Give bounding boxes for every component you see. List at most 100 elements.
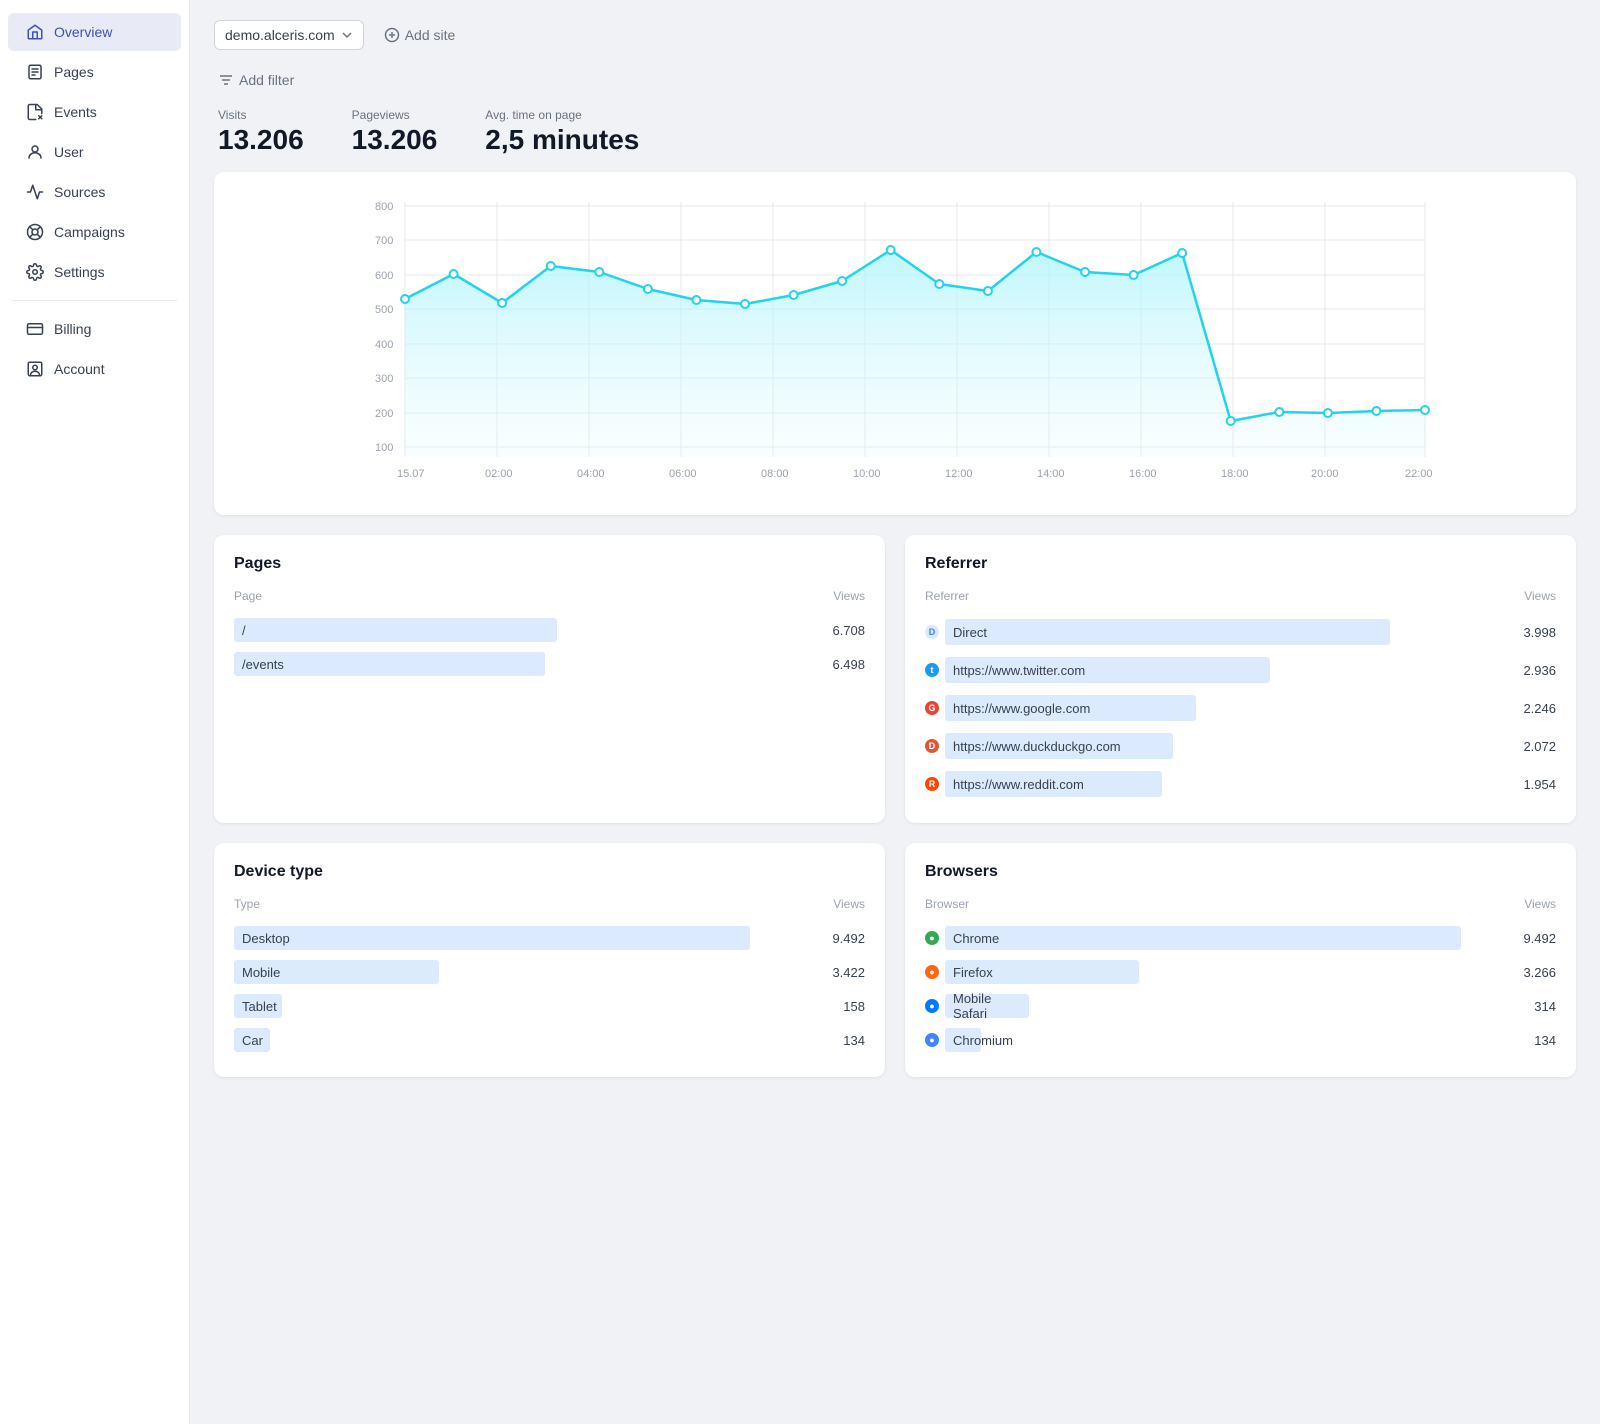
table-row[interactable]: Mobile 3.422	[234, 955, 865, 989]
bottom-cards-grid: Pages Page Views / 6.708 /events 6.498 R…	[214, 535, 1576, 1077]
row-views: 158	[843, 999, 865, 1014]
browser-icon: ●	[925, 931, 939, 945]
sidebar: Overview Pages Events User Sources	[0, 0, 190, 1424]
table-row[interactable]: Tablet 158	[234, 989, 865, 1023]
table-row[interactable]: /events 6.498	[234, 647, 865, 681]
pages-icon	[26, 63, 44, 81]
site-selector[interactable]: demo.alceris.com	[214, 20, 364, 50]
add-filter-button[interactable]: Add filter	[210, 66, 302, 94]
svg-text:300: 300	[375, 373, 393, 385]
row-views: 134	[1534, 1033, 1556, 1048]
svg-text:200: 200	[375, 408, 393, 420]
sidebar-item-billing[interactable]: Billing	[8, 310, 181, 348]
pages-table-rows: / 6.708 /events 6.498	[234, 613, 865, 681]
add-site-button[interactable]: Add site	[376, 21, 464, 49]
sidebar-item-sources-label: Sources	[54, 184, 105, 200]
svg-text:600: 600	[375, 270, 393, 282]
pageviews-value: 13.206	[352, 124, 438, 156]
browsers-card: Browsers Browser Views ● Chrome 9.492 ● …	[905, 843, 1576, 1077]
sidebar-item-user-label: User	[54, 144, 84, 160]
table-row[interactable]: D https://www.duckduckgo.com 2.072	[925, 727, 1556, 765]
top-bar: demo.alceris.com Add site	[214, 20, 1576, 50]
reddit-icon: R	[925, 777, 939, 791]
row-views: 2.072	[1523, 739, 1556, 754]
user-icon	[26, 143, 44, 161]
avg-time-value: 2,5 minutes	[485, 124, 639, 156]
table-row[interactable]: ● Chromium 134	[925, 1023, 1556, 1057]
row-views: 2.936	[1523, 663, 1556, 678]
sources-icon	[26, 183, 44, 201]
table-row[interactable]: / 6.708	[234, 613, 865, 647]
referrer-bar: https://www.google.com	[945, 695, 1196, 721]
table-row[interactable]: D Direct 3.998	[925, 613, 1556, 651]
table-row[interactable]: R https://www.reddit.com 1.954	[925, 765, 1556, 803]
device-col-type: Type	[234, 897, 260, 911]
device-table-header: Type Views	[234, 893, 865, 915]
device-card-title: Device type	[234, 863, 865, 881]
google-icon: G	[925, 701, 939, 715]
sidebar-item-account[interactable]: Account	[8, 350, 181, 388]
stat-pageviews: Pageviews 13.206	[352, 108, 438, 156]
row-views: 2.246	[1523, 701, 1556, 716]
sidebar-item-pages-label: Pages	[54, 64, 94, 80]
row-views: 6.498	[832, 657, 865, 672]
browsers-col-browser: Browser	[925, 897, 969, 911]
row-views: 3.998	[1523, 625, 1556, 640]
browsers-table-header: Browser Views	[925, 893, 1556, 915]
row-views: 9.492	[832, 931, 865, 946]
home-icon	[26, 23, 44, 41]
bar: Mobile	[234, 960, 439, 984]
device-table-rows: Desktop 9.492 Mobile 3.422 Tablet 158 Ca…	[234, 921, 865, 1057]
sidebar-item-settings-label: Settings	[54, 264, 105, 280]
chevron-down-icon	[341, 29, 353, 41]
table-row[interactable]: ● Firefox 3.266	[925, 955, 1556, 989]
sidebar-item-sources[interactable]: Sources	[8, 173, 181, 211]
table-row[interactable]: t https://www.twitter.com 2.936	[925, 651, 1556, 689]
sidebar-item-events-label: Events	[54, 104, 97, 120]
stat-avg-time: Avg. time on page 2,5 minutes	[485, 108, 639, 156]
table-row[interactable]: Desktop 9.492	[234, 921, 865, 955]
table-row[interactable]: Car 134	[234, 1023, 865, 1057]
referrer-table-header: Referrer Views	[925, 585, 1556, 607]
row-views: 1.954	[1523, 777, 1556, 792]
svg-text:10:00: 10:00	[853, 468, 881, 480]
svg-text:06:00: 06:00	[669, 468, 697, 480]
pages-card-title: Pages	[234, 555, 865, 573]
add-site-label: Add site	[405, 27, 456, 43]
svg-text:20:00: 20:00	[1311, 468, 1339, 480]
table-row[interactable]: G https://www.google.com 2.246	[925, 689, 1556, 727]
chart-container: 800 700 600 500 400 300 200 100	[234, 192, 1556, 495]
visits-label: Visits	[218, 108, 304, 122]
billing-icon	[26, 320, 44, 338]
referrer-card: Referrer Referrer Views D Direct 3.998 t…	[905, 535, 1576, 823]
browsers-card-title: Browsers	[925, 863, 1556, 881]
stats-row: Visits 13.206 Pageviews 13.206 Avg. time…	[214, 108, 1576, 156]
duckduckgo-icon: D	[925, 739, 939, 753]
sidebar-item-settings[interactable]: Settings	[8, 253, 181, 291]
svg-text:02:00: 02:00	[485, 468, 513, 480]
sidebar-item-account-label: Account	[54, 361, 105, 377]
row-views: 9.492	[1523, 931, 1556, 946]
referrer-col-ref: Referrer	[925, 589, 969, 603]
filter-icon	[218, 72, 234, 88]
site-selector-value: demo.alceris.com	[225, 27, 335, 43]
sidebar-item-events[interactable]: Events	[8, 93, 181, 131]
pages-table-header: Page Views	[234, 585, 865, 607]
sidebar-item-pages[interactable]: Pages	[8, 53, 181, 91]
pages-col-page: Page	[234, 589, 262, 603]
sidebar-item-campaigns-label: Campaigns	[54, 224, 125, 240]
settings-icon	[26, 263, 44, 281]
sidebar-item-user[interactable]: User	[8, 133, 181, 171]
table-row[interactable]: ● Mobile Safari 314	[925, 989, 1556, 1023]
campaigns-icon	[26, 223, 44, 241]
add-site-icon	[384, 27, 400, 43]
pages-col-views: Views	[833, 589, 865, 603]
svg-text:800: 800	[375, 201, 393, 213]
sidebar-item-campaigns[interactable]: Campaigns	[8, 213, 181, 251]
chart-card: 800 700 600 500 400 300 200 100	[214, 172, 1576, 515]
bar: Chromium	[945, 1028, 981, 1052]
table-row[interactable]: ● Chrome 9.492	[925, 921, 1556, 955]
bar: /	[234, 618, 557, 642]
sidebar-item-overview[interactable]: Overview	[8, 13, 181, 51]
browser-icon: ●	[925, 1033, 939, 1047]
